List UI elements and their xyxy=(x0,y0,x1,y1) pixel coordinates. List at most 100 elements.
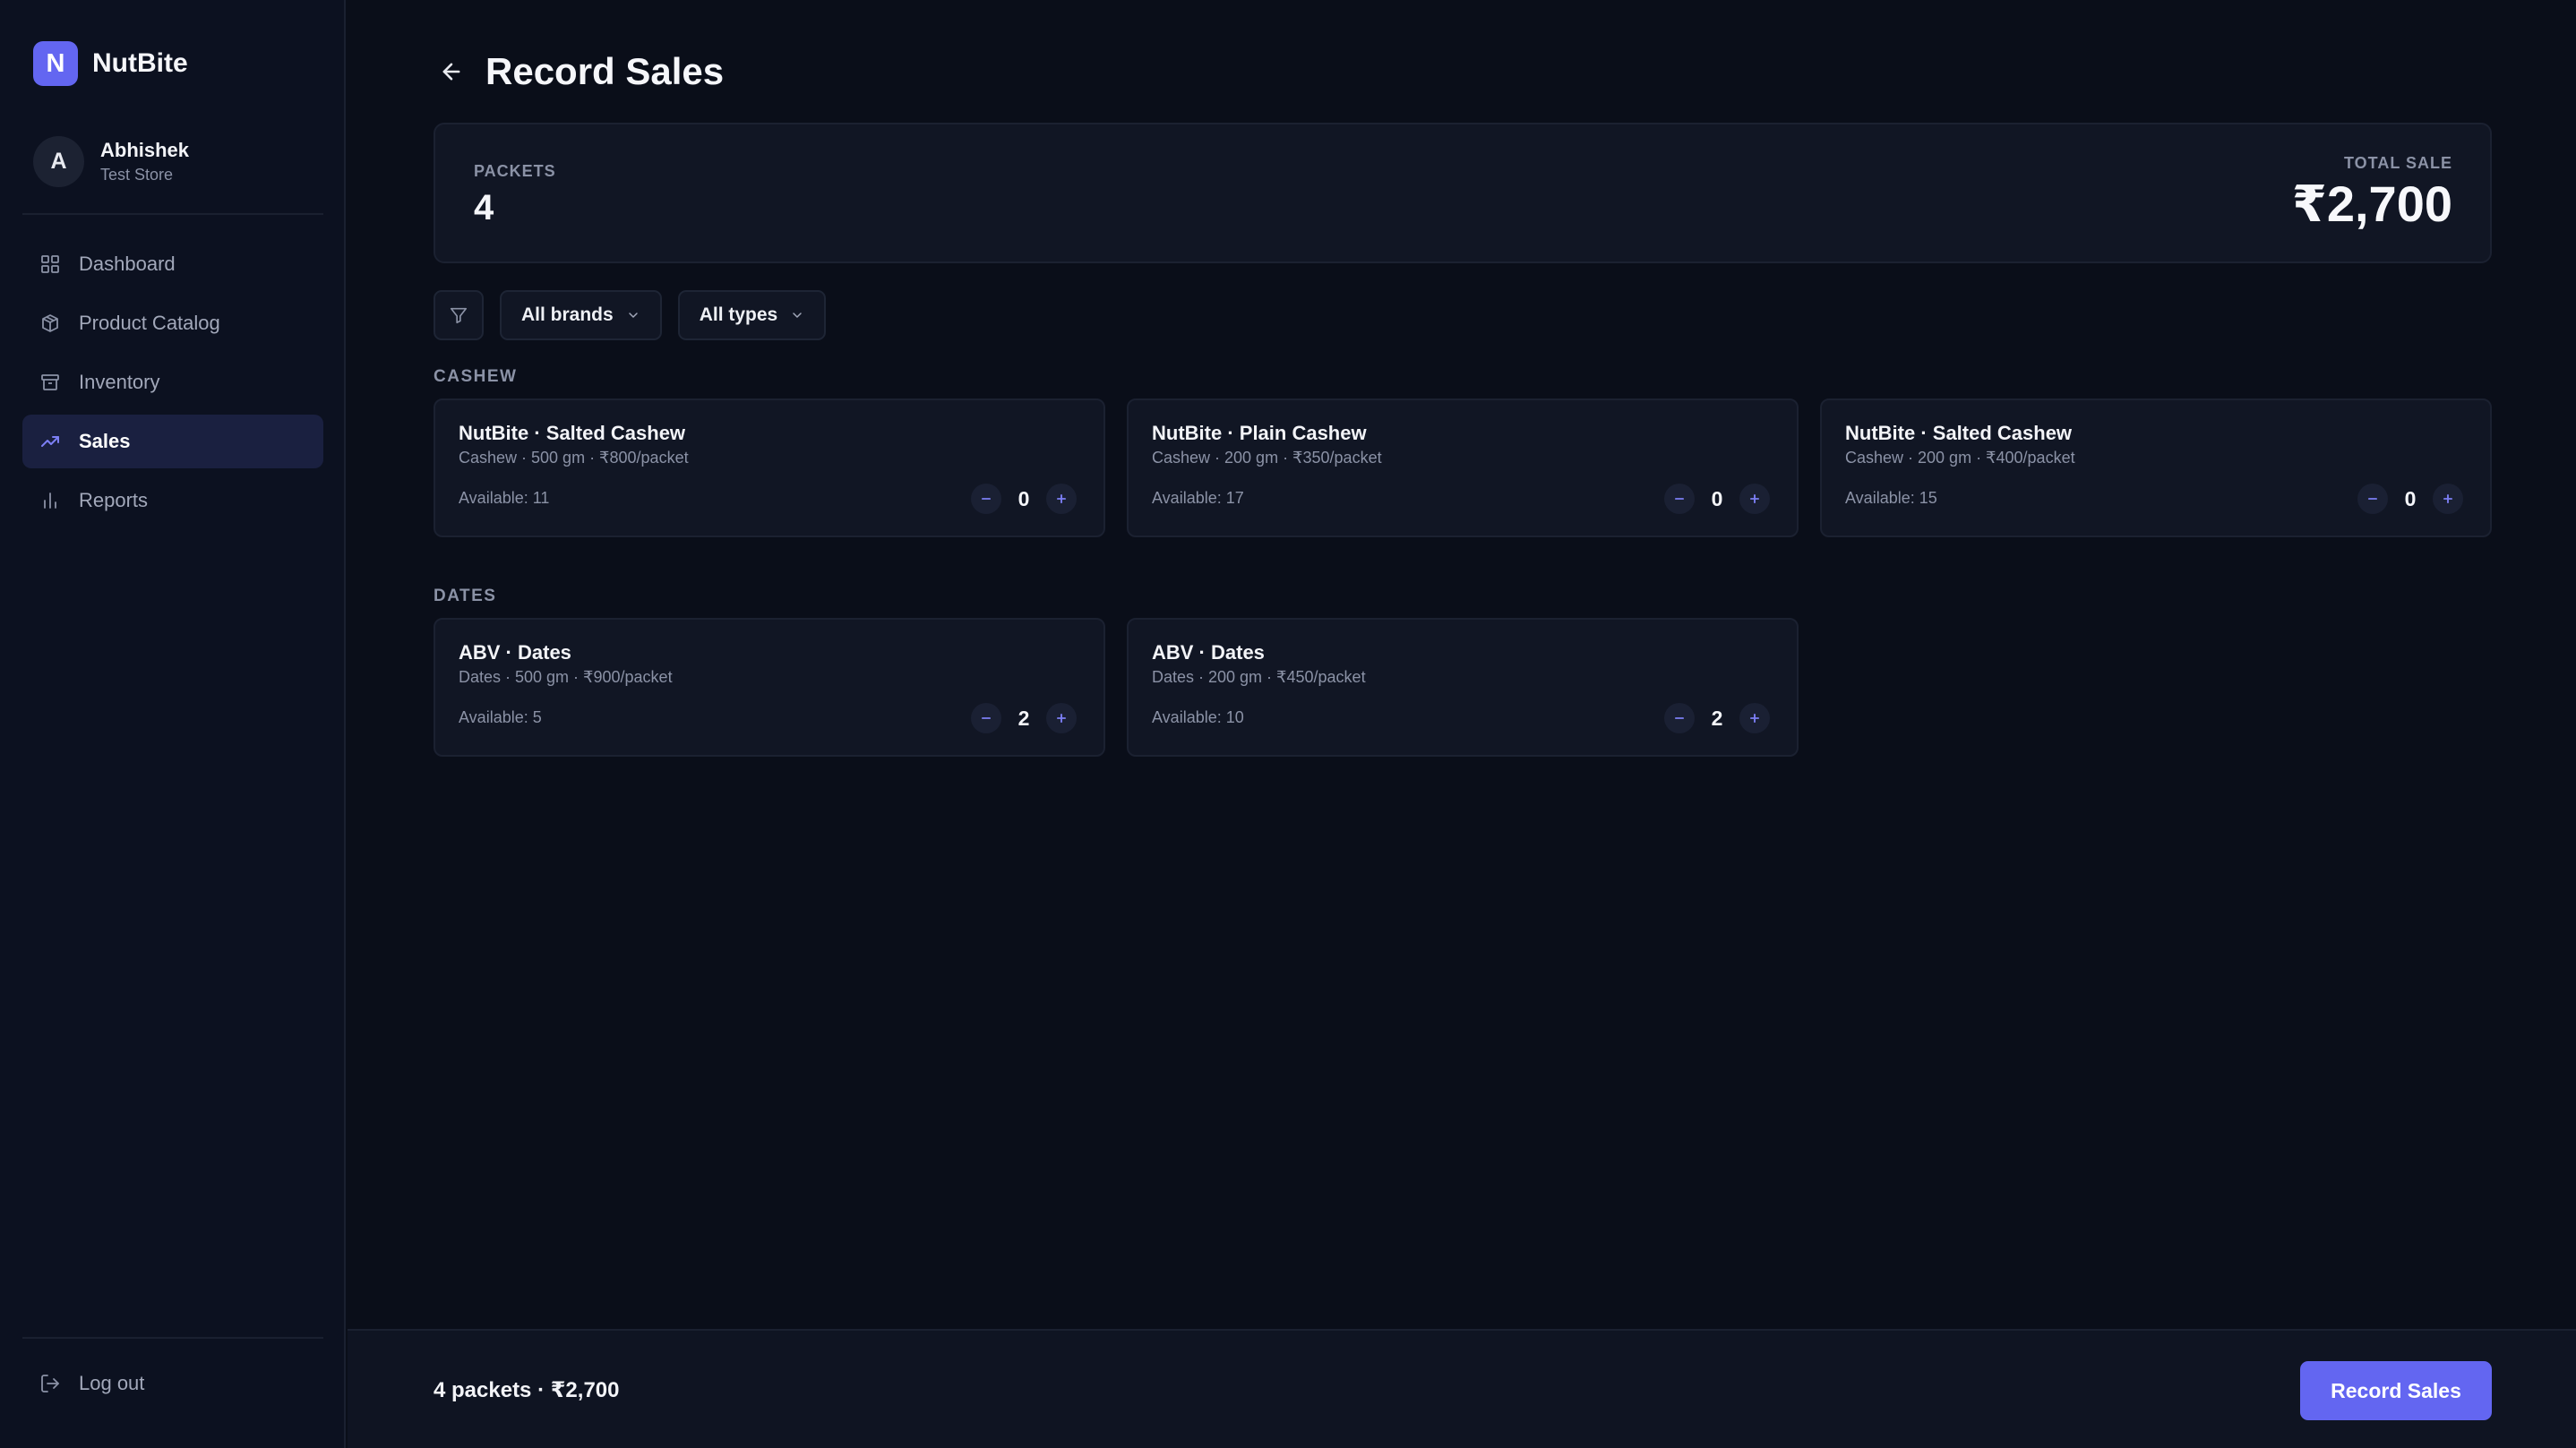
total-sale-summary: TOTAL SALE ₹2,700 xyxy=(2292,154,2452,234)
minus-icon xyxy=(1674,498,1685,500)
product-title: ABV · Dates xyxy=(1152,641,1265,664)
product-details: Cashew · 200 gm · ₹400/packet xyxy=(1845,449,2075,467)
quantity-value: 2 xyxy=(1711,706,1723,730)
product-availability: Available: 11 xyxy=(459,489,550,507)
product-availability: Available: 5 xyxy=(459,708,542,726)
sidebar-item-label: Reports xyxy=(79,489,149,511)
decrement-button[interactable] xyxy=(971,484,1001,514)
minus-icon xyxy=(981,498,992,500)
main-content: Record Sales PACKETS 4 TOTAL SALE ₹2,700… xyxy=(348,0,2576,1448)
arrow-left-icon xyxy=(442,63,460,81)
brand-name: NutBite xyxy=(92,48,188,78)
product-title: NutBite · Salted Cashew xyxy=(1845,422,2073,444)
decrement-button[interactable] xyxy=(2357,484,2388,514)
total-sale-label: TOTAL SALE xyxy=(2343,154,2452,172)
sidebar-item-label: Inventory xyxy=(79,371,160,393)
minus-icon xyxy=(2367,498,2378,500)
increment-button[interactable] xyxy=(1739,703,1770,733)
increment-button[interactable] xyxy=(2433,484,2463,514)
packets-label: PACKETS xyxy=(474,162,556,180)
quantity-stepper: 0 xyxy=(971,484,1077,514)
logout-icon xyxy=(39,1373,61,1394)
product-card: NutBite · Plain Cashew Cashew · 200 gm ·… xyxy=(1127,398,1799,537)
increment-button[interactable] xyxy=(1739,484,1770,514)
chevron-down-icon xyxy=(790,308,804,322)
product-card: NutBite · Salted Cashew Cashew · 200 gm … xyxy=(1820,398,2492,537)
quantity-value: 2 xyxy=(1018,706,1030,730)
product-title: ABV · Dates xyxy=(459,641,571,664)
product-card: NutBite · Salted Cashew Cashew · 500 gm … xyxy=(434,398,1105,537)
filter-icon xyxy=(450,307,468,324)
product-card: ABV · Dates Dates · 500 gm · ₹900/packet… xyxy=(434,618,1105,757)
sales-summary-card: PACKETS 4 TOTAL SALE ₹2,700 xyxy=(434,123,2492,263)
plus-icon xyxy=(1749,493,1760,504)
sidebar-item-label: Product Catalog xyxy=(79,312,220,334)
decrement-button[interactable] xyxy=(1664,484,1695,514)
sidebar-item-sales[interactable]: Sales xyxy=(22,415,323,468)
footer-bar: 4 packets · ₹2,700 Record Sales xyxy=(348,1329,2576,1448)
logout-button[interactable]: Log out xyxy=(22,1357,323,1410)
quantity-value: 0 xyxy=(1018,486,1030,510)
quantity-value: 0 xyxy=(1711,486,1723,510)
user-store: Test Store xyxy=(100,166,174,184)
page-title: Record Sales xyxy=(485,50,725,92)
product-availability: Available: 15 xyxy=(1845,489,1937,507)
packets-value: 4 xyxy=(474,188,494,227)
sidebar-item-inventory[interactable]: Inventory xyxy=(22,356,323,409)
type-select[interactable]: All types xyxy=(677,290,827,340)
product-details: Dates · 500 gm · ₹900/packet xyxy=(459,668,673,686)
sidebar-item-label: Dashboard xyxy=(79,253,176,275)
product-title: NutBite · Plain Cashew xyxy=(1152,422,1367,444)
brand-select-value: All brands xyxy=(521,304,614,325)
packets-summary: PACKETS 4 xyxy=(474,162,556,228)
quantity-stepper: 2 xyxy=(1664,703,1770,733)
product-availability: Available: 17 xyxy=(1152,489,1244,507)
archive-icon xyxy=(39,372,61,393)
product-details: Cashew · 200 gm · ₹350/packet xyxy=(1152,449,1382,467)
box-icon xyxy=(39,313,61,334)
page-header: Record Sales xyxy=(434,50,724,93)
increment-button[interactable] xyxy=(1046,703,1077,733)
brand-select[interactable]: All brands xyxy=(500,290,662,340)
sidebar-nav: Dashboard Product Catalog Inventory Sale… xyxy=(22,237,323,533)
product-title: NutBite · Salted Cashew xyxy=(459,422,686,444)
decrement-button[interactable] xyxy=(1664,703,1695,733)
quantity-stepper: 0 xyxy=(1664,484,1770,514)
brand[interactable]: N NutBite xyxy=(33,41,188,86)
plus-icon xyxy=(2443,493,2453,504)
plus-icon xyxy=(1056,493,1067,504)
back-button[interactable] xyxy=(434,54,469,90)
product-details: Cashew · 500 gm · ₹800/packet xyxy=(459,449,689,467)
app-root: N NutBite A Abhishek Test Store Dashboar… xyxy=(0,0,2576,1448)
quantity-value: 0 xyxy=(2404,486,2417,510)
minus-icon xyxy=(1674,717,1685,719)
filter-bar: All brands All types xyxy=(434,290,827,340)
sidebar-divider xyxy=(22,213,323,215)
filter-button[interactable] xyxy=(434,290,484,340)
decrement-button[interactable] xyxy=(971,703,1001,733)
user-profile[interactable]: A Abhishek Test Store xyxy=(33,136,189,187)
minus-icon xyxy=(981,717,992,719)
brand-logo: N xyxy=(33,41,78,86)
sidebar-item-label: Sales xyxy=(79,430,131,452)
type-select-value: All types xyxy=(699,304,778,325)
product-card: ABV · Dates Dates · 200 gm · ₹450/packet… xyxy=(1127,618,1799,757)
section-title-cashew: CASHEW xyxy=(434,367,518,386)
sidebar-item-product-catalog[interactable]: Product Catalog xyxy=(22,296,323,350)
plus-icon xyxy=(1056,713,1067,724)
sidebar-divider xyxy=(22,1337,323,1339)
sidebar: N NutBite A Abhishek Test Store Dashboar… xyxy=(0,0,346,1448)
logout-label: Log out xyxy=(79,1372,145,1394)
increment-button[interactable] xyxy=(1046,484,1077,514)
record-sales-button[interactable]: Record Sales xyxy=(2300,1361,2492,1420)
product-details: Dates · 200 gm · ₹450/packet xyxy=(1152,668,1366,686)
grid-icon xyxy=(39,253,61,275)
user-name: Abhishek xyxy=(100,139,190,161)
sidebar-item-dashboard[interactable]: Dashboard xyxy=(22,237,323,291)
trending-up-icon xyxy=(39,431,61,452)
bar-chart-icon xyxy=(39,490,61,511)
quantity-stepper: 2 xyxy=(971,703,1077,733)
section-title-dates: DATES xyxy=(434,587,497,605)
sidebar-item-reports[interactable]: Reports xyxy=(22,474,323,527)
chevron-down-icon xyxy=(626,308,640,322)
